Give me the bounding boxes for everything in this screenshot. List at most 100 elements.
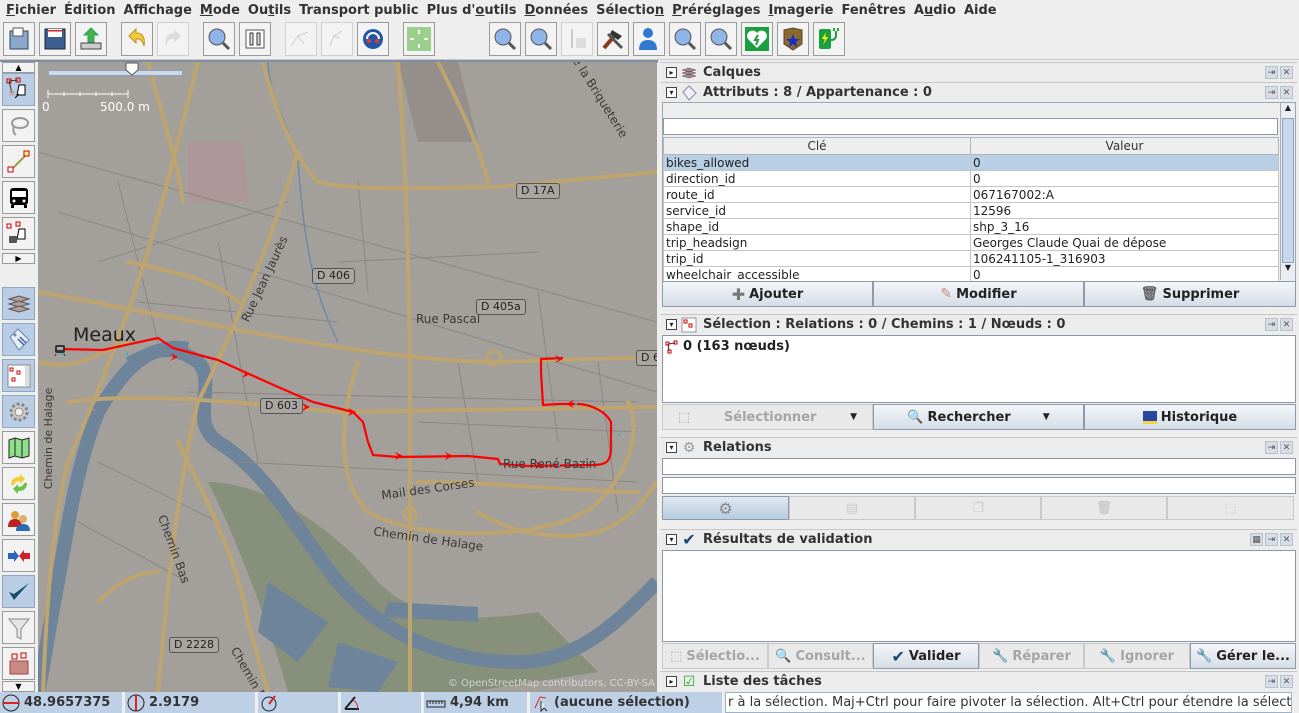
tag-key[interactable]: trip_id (663, 250, 971, 267)
collapse-icon[interactable]: ▾ (666, 442, 677, 453)
table-row[interactable]: trip_id 106241105-1_316903 (663, 250, 1279, 267)
public-transport-mode-button[interactable] (2, 181, 35, 214)
menu-données[interactable]: Données (520, 3, 592, 18)
add-tag-button[interactable]: ✚ Ajouter (662, 281, 873, 307)
history-button[interactable]: Historique (1084, 404, 1296, 430)
expand-tools-button[interactable]: ▶ (2, 253, 35, 264)
relations-toggle-button[interactable] (2, 395, 35, 428)
menu-audio[interactable]: Audio (910, 3, 960, 18)
attributes-panel-header[interactable]: ▾ Attributs : 8 / Appartenance : 0 ⇥ ✕ (660, 82, 1297, 102)
collapse-icon[interactable]: ▾ (666, 87, 677, 98)
column-header-key[interactable]: Clé (663, 137, 971, 155)
user-button[interactable] (633, 22, 665, 56)
table-row[interactable]: trip_headsign Georges Claude Quai de dépo… (663, 234, 1279, 251)
zoom-out-button[interactable] (525, 22, 557, 56)
upload-button[interactable] (75, 22, 107, 56)
dropdown-arrow-icon[interactable]: ▼ (850, 412, 857, 422)
pin-icon[interactable]: ⇥ (1265, 86, 1278, 99)
collapse-icon[interactable]: ▾ (666, 534, 677, 545)
preferences-icon[interactable]: ▦ (1250, 533, 1263, 546)
menu-mode[interactable]: Mode (196, 3, 244, 18)
select-button[interactable]: ⬚ Sélectionner ▼ (662, 404, 873, 430)
save-button[interactable] (39, 22, 71, 56)
pin-icon[interactable]: ⇥ (1265, 318, 1278, 331)
conflation-toggle-button[interactable] (2, 467, 35, 500)
validation-select-button[interactable]: ⬚ Sélectio... (662, 643, 768, 669)
todo-toggle-button[interactable] (2, 647, 35, 680)
edit-relation-button[interactable]: ▤ (789, 496, 915, 520)
collapse-icon[interactable]: ▾ (666, 319, 677, 330)
lasso-mode-button[interactable] (2, 109, 35, 142)
zoom-selection-button[interactable] (669, 22, 701, 56)
dropdown-arrow-icon[interactable]: ▼ (1043, 412, 1050, 422)
menu-transport-public[interactable]: Transport public (295, 3, 423, 18)
sync-button[interactable] (357, 22, 389, 56)
scroll-up-arrow[interactable]: ▲ (1281, 103, 1295, 118)
table-row[interactable]: service_id 12596 (663, 202, 1279, 219)
close-icon[interactable]: ✕ (1280, 675, 1293, 688)
edit-tag-button[interactable]: ✎ Modifier (873, 281, 1084, 307)
close-icon[interactable]: ✕ (1280, 66, 1293, 79)
layers-toggle-button[interactable] (2, 287, 35, 320)
undo-button[interactable] (121, 22, 153, 56)
attributes-filter-input[interactable] (663, 118, 1278, 135)
ignore-button[interactable]: 🔧 Ignorer (1084, 643, 1190, 669)
redo-button[interactable] (157, 22, 189, 56)
zoom-in-button[interactable] (489, 22, 521, 56)
delete-relation-button[interactable]: 🗑 (1041, 496, 1167, 520)
fix-button[interactable]: 🔧 Réparer (979, 643, 1084, 669)
imagery-offset-button[interactable] (403, 22, 435, 56)
pin-icon[interactable]: ⇥ (1265, 675, 1278, 688)
validation-toggle-button[interactable] (2, 575, 35, 608)
tag-key[interactable]: route_id (663, 186, 971, 203)
validation-panel-header[interactable]: ▾ ✔ Résultats de validation ▦ ⇥ ✕ (660, 529, 1297, 549)
pin-icon[interactable]: ⇥ (1265, 533, 1278, 546)
new-relation-button[interactable]: ⚙ (662, 496, 789, 520)
manage-ignored-button[interactable]: 🔧 Gérer le... (1190, 643, 1296, 669)
select-relation-button[interactable]: ⬚ (1167, 496, 1294, 520)
attributes-scrollbar[interactable]: ▲ ▼ (1280, 103, 1295, 280)
table-row[interactable]: route_id 067167002:A (663, 186, 1279, 203)
tag-key[interactable]: service_id (663, 202, 971, 219)
tag-value[interactable]: 12596 (970, 202, 1279, 219)
validate-button[interactable]: ✔ Valider (873, 643, 979, 669)
tag-value[interactable]: Georges Claude Quai de dépose (970, 234, 1279, 251)
close-icon[interactable]: ✕ (1280, 441, 1293, 454)
bus-stop-preset-button[interactable] (561, 22, 593, 56)
defibrillator-preset-button[interactable] (741, 22, 773, 56)
map-view[interactable]: 0 500.0 m Meaux Rue Pascal Rue Jean Jaur… (38, 62, 657, 692)
menu-affichage[interactable]: Affichage (120, 3, 196, 18)
zoom-to-data-button[interactable] (203, 22, 235, 56)
menu-édition[interactable]: Édition (60, 3, 120, 18)
preferences-button[interactable] (239, 22, 271, 56)
route-select-mode-button[interactable] (2, 217, 35, 250)
tag-key[interactable]: trip_headsign (663, 234, 971, 251)
todo-panel-header[interactable]: ▸ ☑ Liste des tâches ⇥ ✕ (660, 671, 1297, 691)
zoom-slider-thumb[interactable] (125, 62, 139, 76)
validation-lookup-button[interactable]: 🔍 Consult... (768, 643, 873, 669)
zoom-download-button[interactable] (705, 22, 737, 56)
selection-list-toggle-button[interactable] (2, 359, 35, 392)
merge-toggle-button[interactable] (2, 539, 35, 572)
tools-button[interactable] (597, 22, 629, 56)
police-preset-button[interactable] (777, 22, 809, 56)
scroll-down-arrow[interactable]: ▼ (1281, 263, 1295, 278)
scroll-up-button[interactable]: ▲ (2, 62, 35, 73)
tag-value[interactable]: 106241105-1_316903 (970, 250, 1279, 267)
menu-plus-d-outils[interactable]: Plus d'outils (423, 3, 521, 18)
table-row[interactable]: bikes_allowed 0 (663, 154, 1279, 171)
tag-key[interactable]: bikes_allowed (663, 154, 971, 171)
close-icon[interactable]: ✕ (1280, 318, 1293, 331)
menu-sélection[interactable]: Sélection (592, 3, 668, 18)
menu-imagerie[interactable]: Imagerie (765, 3, 838, 18)
draw-mode-button[interactable] (2, 145, 35, 178)
filter-toggle-button[interactable] (2, 611, 35, 644)
expand-icon[interactable]: ▸ (666, 67, 677, 78)
tag-key[interactable]: direction_id (663, 170, 971, 187)
menu-préréglages[interactable]: Préréglages (668, 3, 764, 18)
tags-toggle-button[interactable] (2, 323, 35, 356)
pin-icon[interactable]: ⇥ (1265, 66, 1278, 79)
relations-panel-header[interactable]: ▾ ⚙ Relations ⇥ ✕ (660, 437, 1297, 457)
layers-panel-header[interactable]: ▸ Calques ⇥ ✕ (660, 62, 1297, 82)
tag-value[interactable]: 0 (970, 154, 1279, 171)
